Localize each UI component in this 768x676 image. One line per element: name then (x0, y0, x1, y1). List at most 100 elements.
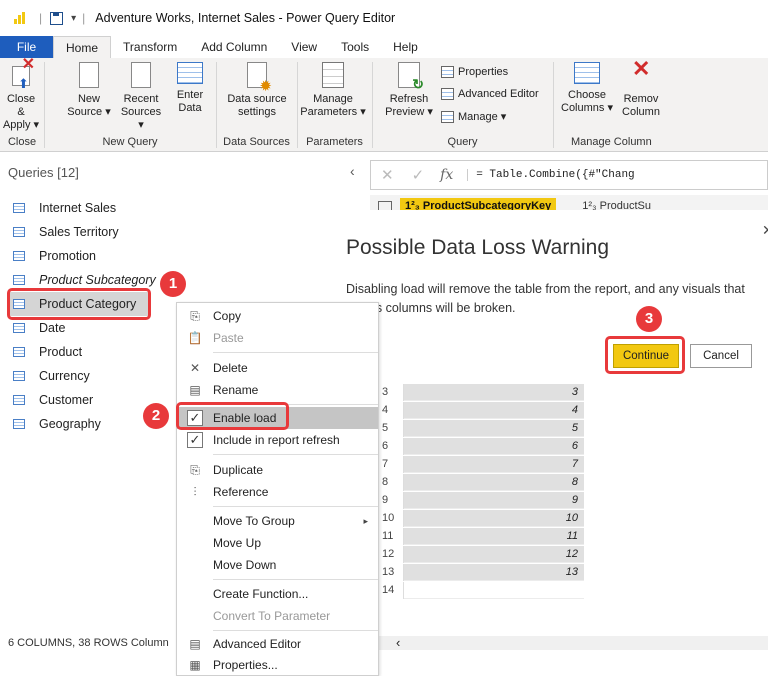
manage-button[interactable]: Manage ▾ (441, 110, 506, 123)
window-title: Adventure Works, Internet Sales - Power … (95, 11, 396, 25)
cancel-formula-icon[interactable]: ✕ (381, 166, 394, 184)
menu-item-move-to-group[interactable]: Move To Group ▸ (177, 510, 378, 532)
tab-home[interactable]: Home (53, 36, 112, 58)
menu-item-reference[interactable]: ⫶ Reference (177, 481, 378, 503)
tab-transform[interactable]: Transform (111, 36, 189, 58)
choose-columns-icon (574, 62, 600, 84)
properties-icon: ▦ (189, 658, 201, 672)
highlight-enable-load (176, 402, 289, 430)
advanced-editor-button[interactable]: Advanced Editor (441, 88, 539, 100)
choose-columns-button[interactable]: Choose Columns ▾ (560, 62, 614, 115)
confirm-formula-icon[interactable]: ✓ (412, 166, 425, 184)
remove-columns-icon: ✕ (632, 56, 651, 81)
table-icon (13, 347, 25, 357)
new-source-icon (79, 62, 99, 88)
ribbon-tabs: File Home Transform Add Column View Tool… (0, 36, 768, 58)
close-apply-icon: ✕ ⬆ (10, 57, 35, 90)
reference-icon: ⫶ (193, 484, 197, 499)
ribbon: ✕ ⬆ Close & Apply ▾ New Source ▾ Recent S… (0, 56, 768, 152)
enter-data-icon (177, 62, 203, 84)
table-row: 44 (378, 402, 768, 419)
new-source-button[interactable]: New Source ▾ (66, 62, 112, 119)
menu-item-rename[interactable]: ▤ Rename (177, 379, 378, 401)
fx-icon[interactable]: fx (440, 167, 453, 183)
rename-icon: ▤ (189, 383, 201, 397)
paste-icon: 📋 (187, 331, 203, 345)
menu-item-include-refresh[interactable]: ✓ Include in report refresh (177, 429, 378, 451)
remove-columns-button[interactable]: ✕ Remov Column (618, 56, 664, 119)
manage-parameters-icon (322, 62, 344, 88)
menu-item-copy[interactable]: ⎘ Copy (177, 305, 378, 327)
group-label-manage-columns: Manage Column (571, 136, 652, 148)
table-row: 99 (378, 492, 768, 509)
table-row: 88 (378, 474, 768, 491)
query-item-geography[interactable]: Geography (13, 412, 101, 436)
menu-item-advanced-editor[interactable]: ▤ Advanced Editor (177, 633, 378, 655)
tab-file[interactable]: File (0, 36, 53, 58)
menu-item-properties[interactable]: ▦ Properties... (177, 654, 378, 676)
tab-tools[interactable]: Tools (329, 36, 381, 58)
table-row: 55 (378, 420, 768, 437)
quick-access-dropdown-icon[interactable]: ▾ (71, 13, 76, 24)
menu-item-duplicate[interactable]: ⎘ Duplicate (177, 459, 378, 481)
table-icon (13, 203, 25, 213)
table-menu-icon[interactable] (378, 200, 392, 211)
menu-item-move-down[interactable]: Move Down (177, 554, 378, 576)
properties-button[interactable]: Properties (441, 66, 508, 78)
data-grid: 33 44 55 66 77 88 99 10 10 11 11 12 12 13 13… (378, 384, 768, 626)
close-icon[interactable]: ✕ (762, 222, 768, 239)
menu-item-paste: 📋 Paste (177, 327, 378, 349)
collapse-pane-icon[interactable]: ‹ (350, 163, 355, 179)
menu-item-create-function[interactable]: Create Function... (177, 583, 378, 605)
properties-icon (441, 66, 454, 78)
menu-item-delete[interactable]: ✕ Delete (177, 357, 378, 379)
recent-sources-button[interactable]: Recent Sources ▾ (117, 62, 165, 132)
context-menu: ⎘ Copy 📋 Paste ✕ Delete ▤ Rename ✓ Enable loa… (176, 302, 379, 676)
formula-input[interactable]: = Table.Combine({#"Chang (467, 169, 635, 181)
tab-add-column[interactable]: Add Column (189, 36, 279, 58)
cancel-button[interactable]: Cancel (690, 344, 752, 368)
close-apply-button[interactable]: ✕ ⬆ Close & Apply ▾ (2, 57, 40, 132)
submenu-arrow-icon: ▸ (363, 515, 368, 526)
query-item-internet-sales[interactable]: Internet Sales (13, 196, 116, 220)
table-row: 77 (378, 456, 768, 473)
manage-icon (441, 110, 454, 123)
tab-help[interactable]: Help (381, 36, 430, 58)
status-bar: 6 COLUMNS, 38 ROWS Column (8, 637, 169, 649)
formula-bar: ✕ ✓ fx = Table.Combine({#"Chang (370, 160, 768, 190)
group-label-query: Query (447, 136, 478, 148)
highlight-continue-button (605, 336, 685, 374)
data-source-settings-button[interactable]: Data source settings (222, 62, 292, 119)
horizontal-scrollbar[interactable]: ‹ (378, 636, 768, 650)
step-badge-1: 1 (160, 271, 186, 297)
menu-item-move-up[interactable]: Move Up (177, 532, 378, 554)
tab-view[interactable]: View (279, 36, 329, 58)
enter-data-button[interactable]: Enter Data (170, 62, 210, 115)
step-badge-2: 2 (143, 403, 169, 429)
query-item-sales-territory[interactable]: Sales Territory (13, 220, 119, 244)
duplicate-icon: ⎘ (190, 462, 200, 477)
table-icon (13, 395, 25, 405)
query-item-product[interactable]: Product (13, 340, 82, 364)
checkbox-checked-icon: ✓ (187, 432, 203, 448)
table-row: 33 (378, 384, 768, 401)
save-icon[interactable] (50, 11, 64, 25)
table-row: 12 12 (378, 546, 768, 563)
advanced-editor-icon: ▤ (189, 637, 201, 651)
query-item-promotion[interactable]: Promotion (13, 244, 96, 268)
advanced-editor-icon (441, 88, 454, 100)
group-label-data-sources: Data Sources (223, 136, 290, 148)
step-badge-3: 3 (636, 306, 662, 332)
group-label-close: Close (7, 136, 37, 148)
scroll-left-icon[interactable]: ‹ (396, 635, 400, 650)
table-icon (13, 227, 25, 237)
manage-parameters-button[interactable]: Manage Parameters ▾ (300, 62, 366, 119)
table-icon (13, 323, 25, 333)
refresh-preview-button[interactable]: Refresh Preview ▾ (383, 62, 435, 119)
query-item-currency[interactable]: Currency (13, 364, 90, 388)
table-row: 10 10 (378, 510, 768, 527)
query-item-customer[interactable]: Customer (13, 388, 93, 412)
table-icon (13, 419, 25, 429)
table-row: 66 (378, 438, 768, 455)
menu-item-convert-to-parameter: Convert To Parameter (213, 609, 331, 623)
